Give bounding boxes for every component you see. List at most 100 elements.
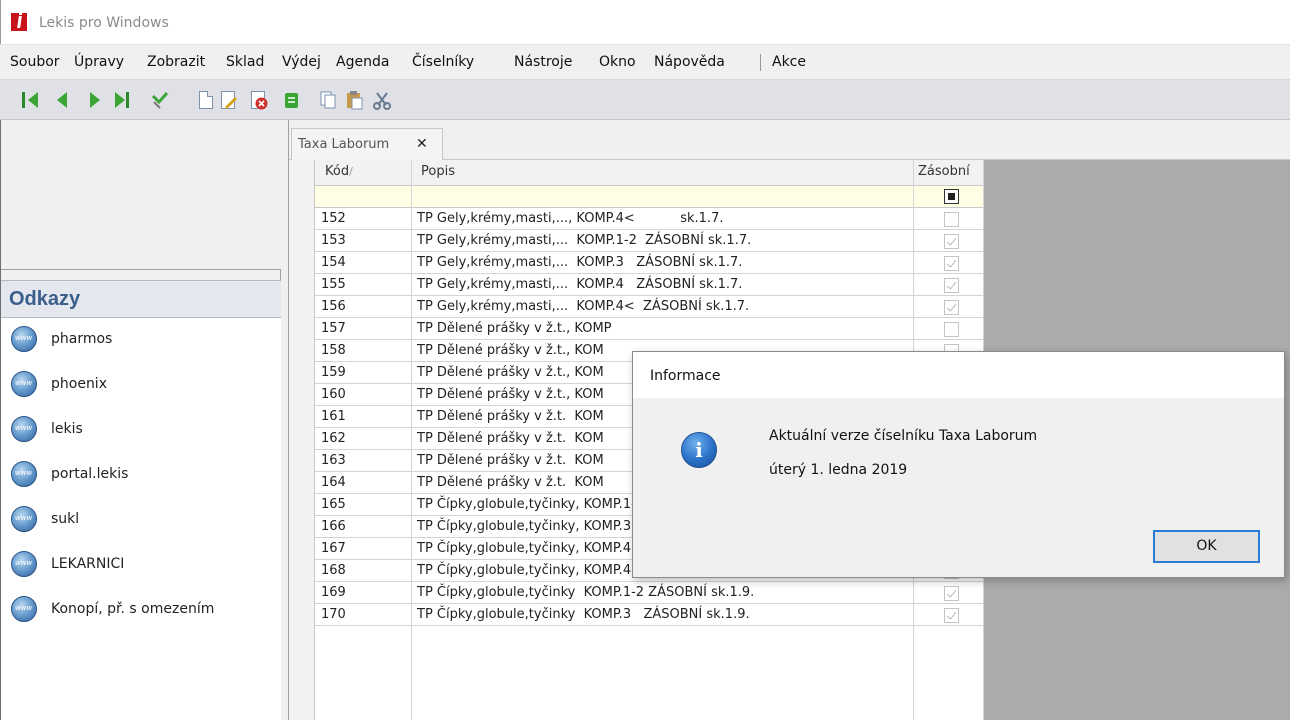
zasobni-checkbox[interactable] — [944, 256, 959, 271]
menu-okno[interactable]: Okno — [599, 54, 636, 70]
tab-taxa-laborum[interactable]: Taxa Laborum ✕ — [291, 128, 443, 160]
dialog-message: Aktuální verze číselníku Taxa Laborum — [769, 428, 1038, 444]
table-row[interactable]: 170 TP Čípky,globule,tyčinky KOMP.3 ZÁSOB… — [315, 604, 984, 626]
cell-kod: 165 — [321, 497, 346, 512]
app-logo-icon — [11, 13, 27, 31]
cut-icon[interactable] — [372, 90, 392, 110]
cell-kod: 166 — [321, 519, 346, 534]
zasobni-checkbox[interactable] — [944, 234, 959, 249]
cell-kod: 160 — [321, 387, 346, 402]
new-document-icon[interactable] — [196, 90, 216, 110]
links-header: Odkazy — [1, 280, 281, 318]
cell-kod: 163 — [321, 453, 346, 468]
previous-record-icon[interactable] — [55, 90, 75, 110]
left-top-pane — [1, 120, 281, 270]
globe-icon — [11, 506, 37, 532]
cell-popis: TP Dělené prášky v ž.t. KOM — [417, 409, 604, 424]
cell-kod: 153 — [321, 233, 346, 248]
table-row[interactable]: 153 TP Gely,krémy,masti,... KOMP.1-2 ZÁSO… — [315, 230, 984, 252]
cell-kod: 157 — [321, 321, 346, 336]
close-icon[interactable]: ✕ — [416, 136, 428, 152]
dialog-title-bar: Informace — [633, 352, 1284, 398]
dialog-date: úterý 1. ledna 2019 — [769, 462, 908, 478]
table-row[interactable]: 169 TP Čípky,globule,tyčinky KOMP.1-2 ZÁS… — [315, 582, 984, 604]
link-lekis[interactable]: lekis — [1, 408, 281, 452]
links-title: Odkazy — [9, 288, 81, 310]
zasobni-checkbox[interactable] — [944, 322, 959, 337]
table-row[interactable]: 154 TP Gely,krémy,masti,... KOMP.3 ZÁSOBN… — [315, 252, 984, 274]
column-header-kod[interactable]: Kód/ — [325, 164, 353, 179]
zasobni-checkbox[interactable] — [944, 300, 959, 315]
cell-kod: 167 — [321, 541, 346, 556]
link-label: sukl — [51, 511, 80, 527]
link-sukl[interactable]: sukl — [1, 498, 281, 542]
filter-row[interactable] — [315, 186, 984, 208]
cell-kod: 162 — [321, 431, 346, 446]
menu-soubor[interactable]: Soubor — [10, 54, 60, 70]
panel-splitter[interactable] — [281, 120, 289, 720]
filter-checkbox[interactable] — [944, 189, 959, 204]
cell-kod: 164 — [321, 475, 346, 490]
cell-kod: 169 — [321, 585, 346, 600]
paste-icon[interactable] — [344, 90, 364, 110]
column-header-zasobni[interactable]: Zásobní — [918, 164, 970, 179]
cell-popis: TP Gely,krémy,masti,... KOMP.4 ZÁSOBNÍ s… — [417, 277, 743, 292]
refresh-icon[interactable] — [282, 90, 302, 110]
cell-kod: 170 — [321, 607, 346, 622]
link-label: pharmos — [51, 331, 113, 347]
menu-ciselniky[interactable]: Číselníky — [412, 54, 474, 70]
link-label: Konopí, př. s omezením — [51, 601, 215, 617]
info-dialog: Informace i Aktuální verze číselníku Tax… — [632, 351, 1285, 578]
cell-popis: TP Dělené prášky v ž.t., KOM — [417, 343, 604, 358]
copy-icon[interactable] — [318, 90, 338, 110]
menu-nastroje[interactable]: Nástroje — [514, 54, 572, 70]
cell-popis: TP Gely,krémy,masti,..., KOMP.4< sk.1.7. — [417, 211, 724, 226]
table-row[interactable]: 155 TP Gely,krémy,masti,... KOMP.4 ZÁSOBN… — [315, 274, 984, 296]
link-konopi[interactable]: Konopí, př. s omezením — [1, 588, 281, 632]
first-record-icon[interactable] — [22, 90, 42, 110]
last-record-icon[interactable] — [113, 90, 133, 110]
zasobni-checkbox[interactable] — [944, 278, 959, 293]
globe-icon — [11, 371, 37, 397]
zasobni-checkbox[interactable] — [944, 212, 959, 227]
cell-popis: TP Dělené prášky v ž.t. KOM — [417, 475, 604, 490]
cell-kod: 155 — [321, 277, 346, 292]
column-header-popis[interactable]: Popis — [421, 164, 455, 179]
table-row[interactable]: 152 TP Gely,krémy,masti,..., KOMP.4< sk.1… — [315, 208, 984, 230]
link-label: phoenix — [51, 376, 107, 392]
table-row[interactable]: 156 TP Gely,krémy,masti,... KOMP.4< ZÁSOB… — [315, 296, 984, 318]
filter-icon[interactable] — [150, 90, 170, 110]
menu-zobrazit[interactable]: Zobrazit — [147, 54, 205, 70]
link-portal-lekis[interactable]: portal.lekis — [1, 453, 281, 497]
link-label: lekis — [51, 421, 83, 437]
cell-kod: 154 — [321, 255, 346, 270]
tab-strip: Taxa Laborum ✕ — [289, 120, 1290, 160]
column-divider — [411, 160, 412, 720]
ok-button[interactable]: OK — [1153, 530, 1260, 563]
menu-bar: Soubor Úpravy Zobrazit Sklad Výdej Agend… — [0, 44, 1290, 80]
zasobni-checkbox[interactable] — [944, 608, 959, 623]
link-lekarnici[interactable]: LEKARNICI — [1, 543, 281, 587]
cell-popis: TP Dělené prášky v ž.t., KOMP — [417, 321, 612, 336]
link-phoenix[interactable]: phoenix — [1, 363, 281, 407]
globe-icon — [11, 326, 37, 352]
menu-vydej[interactable]: Výdej — [282, 54, 321, 70]
delete-document-icon[interactable] — [248, 90, 268, 110]
cell-popis: TP Čípky,globule,tyčinky KOMP.3 ZÁSOBNÍ … — [417, 607, 750, 622]
menu-sklad[interactable]: Sklad — [226, 54, 264, 70]
menu-napoveda[interactable]: Nápověda — [654, 54, 725, 70]
globe-icon — [11, 416, 37, 442]
edit-document-icon[interactable] — [218, 90, 238, 110]
table-row[interactable]: 157 TP Dělené prášky v ž.t., KOMP — [315, 318, 984, 340]
menu-agenda[interactable]: Agenda — [336, 54, 389, 70]
cell-popis: TP Gely,krémy,masti,... KOMP.1-2 ZÁSOBNÍ… — [417, 233, 752, 248]
link-pharmos[interactable]: pharmos — [1, 318, 281, 362]
zasobni-checkbox[interactable] — [944, 586, 959, 601]
menu-upravy[interactable]: Úpravy — [74, 54, 124, 70]
tab-label: Taxa Laborum — [298, 137, 390, 152]
links-list: pharmos phoenix lekis portal.lekis sukl … — [1, 318, 281, 720]
title-bar: Lekis pro Windows — [0, 0, 1290, 44]
menu-separator — [760, 54, 761, 71]
menu-akce[interactable]: Akce — [772, 54, 806, 70]
next-record-icon[interactable] — [86, 90, 106, 110]
